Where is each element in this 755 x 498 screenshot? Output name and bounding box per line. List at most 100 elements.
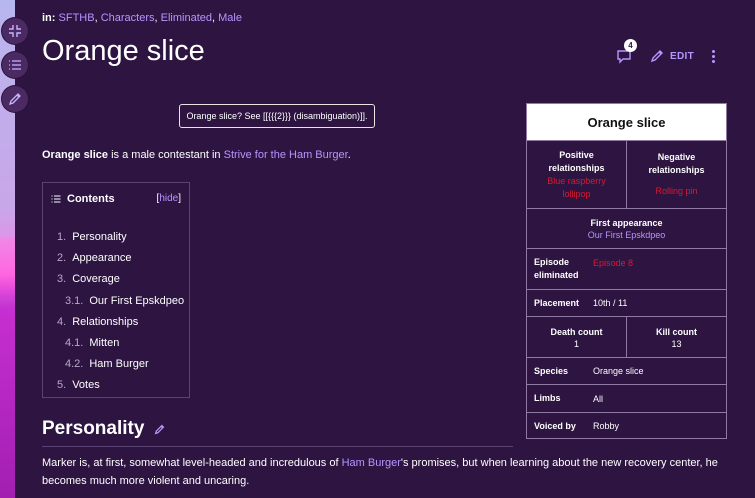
infobox: Orange slice Positive relationships Blue… (526, 103, 727, 439)
toc-label: Votes (72, 379, 100, 392)
toc-item[interactable]: 4. Relationships (57, 312, 184, 333)
left-accent-band (0, 238, 15, 298)
edit-label: EDIT (670, 50, 694, 62)
intro-paragraph: Orange slice is a male contestant in Str… (42, 149, 351, 161)
toc-item[interactable]: 4.1. Mitten (57, 333, 184, 354)
category-link-characters[interactable]: Characters (101, 12, 155, 24)
toc-item[interactable]: 3. Coverage (57, 269, 184, 290)
toc-label: Personality (72, 231, 127, 243)
toc-item[interactable]: 5. Votes (57, 375, 184, 396)
ham-burger-link[interactable]: Ham Burger (342, 457, 401, 469)
disambiguation-notice: Orange slice? See [[{{{2}}} (disambiguat… (179, 104, 375, 128)
pencil-icon (650, 50, 664, 63)
toc-label: Relationships (72, 315, 139, 328)
toc-number: 4. (57, 315, 67, 328)
toc-number: 1. (57, 231, 67, 243)
list-icon (51, 195, 61, 203)
death-count-label: Death count (550, 326, 603, 337)
category-link-male[interactable]: Male (218, 12, 242, 24)
collapse-icon (9, 25, 21, 37)
kebab-dot (712, 49, 715, 53)
kill-count-cell: Kill count 13 (626, 317, 726, 357)
infobox-placement-row: Placement 10th / 11 (527, 290, 726, 317)
toc-item[interactable]: 1. Personality (57, 227, 184, 248)
positive-relationships-cell: Positive relationships Blue raspberry lo… (527, 141, 626, 208)
voiced-by-value: Robby (593, 421, 620, 431)
toc-list: 1. Personality 2. Appearance 3. Coverage 3.… (57, 227, 184, 397)
section-title: Personality (42, 418, 145, 439)
category-link-eliminated[interactable]: Eliminated (161, 12, 212, 24)
negative-relationships-value[interactable]: Rolling pin (655, 185, 697, 198)
toc-number: 3. (57, 273, 67, 286)
show-link[interactable]: Strive for the Ham Burger (224, 149, 348, 161)
table-of-contents: Contents [hide] 1. Personality 2. Appearan… (42, 182, 190, 398)
toc-number: 5. (57, 379, 67, 392)
toc-toggle-button[interactable] (2, 52, 28, 78)
death-count-cell: Death count 1 (527, 317, 626, 357)
death-count-value: 1 (573, 338, 579, 349)
infobox-episode-row: Episode eliminated Episode 8 (527, 249, 726, 290)
toc-label: Appearance (72, 252, 132, 265)
toc-bracket: ] (178, 193, 181, 204)
species-label: Species (534, 365, 569, 376)
pencil-icon[interactable] (154, 424, 165, 435)
category-bar: in: SFTHB, Characters, Eliminated, Male (42, 12, 242, 24)
first-appearance-cell: First appearance Our First Epskdpeo (527, 209, 726, 248)
list-icon (9, 60, 21, 70)
toc-number: 2. (57, 252, 67, 265)
toc-title: Contents (67, 193, 115, 205)
side-edit-button[interactable] (2, 86, 28, 112)
toc-header: Contents (51, 193, 115, 205)
toc-item[interactable]: 2. Appearance (57, 248, 184, 269)
infobox-voiced-row: Voiced by Robby (527, 413, 726, 439)
intro-text-end: . (347, 149, 351, 161)
limbs-label: Limbs (534, 393, 561, 403)
kebab-dot (712, 54, 715, 58)
negative-relationships-cell: Negative relationships Rolling pin (626, 141, 726, 208)
toc-label: Our First Epskdpeo (89, 294, 185, 307)
first-appearance-label: First appearance (590, 218, 663, 228)
positive-relationships-value[interactable]: Blue raspberry lollipop (542, 175, 612, 201)
toc-number: 4.2. (65, 358, 84, 371)
negative-relationships-label: Negative relationships (648, 152, 705, 175)
first-appearance-link[interactable]: Our First Epskdpeo (588, 230, 666, 240)
section-divider (42, 446, 513, 447)
infobox-species-row: Species Orange slice (527, 358, 726, 385)
toc-number: 4.1. (65, 336, 84, 349)
page-title: Orange slice (42, 35, 205, 67)
talk-button[interactable]: 4 (616, 39, 638, 64)
toc-item[interactable]: 4.2. Ham Burger (57, 354, 184, 375)
paragraph-text: 's promises, but when learning about the… (400, 457, 718, 469)
section-paragraph: Marker is, at first, somewhat level-head… (42, 454, 722, 490)
toc-hide-link[interactable]: hide (159, 193, 178, 204)
paragraph-text: Marker is, at first, somewhat level-head… (42, 457, 342, 469)
collapse-button[interactable] (2, 18, 28, 44)
positive-relationships-label: Positive relationships (548, 149, 605, 173)
toc-label: Mitten (89, 336, 120, 349)
toc-item[interactable]: 3.1. Our First Epskdpeo (57, 291, 184, 312)
category-link-sfthb[interactable]: SFTHB (59, 12, 95, 24)
category-prefix: in: (42, 12, 56, 24)
kill-count-label: Kill count (656, 326, 697, 337)
toc-label: Coverage (72, 273, 120, 286)
intro-subject: Orange slice (42, 149, 109, 161)
edit-button[interactable]: EDIT (650, 49, 694, 63)
kill-count-value: 13 (671, 338, 682, 349)
episode-eliminated-value[interactable]: Episode 8 (593, 257, 633, 270)
species-value: Orange slice (593, 366, 644, 376)
kebab-dot (712, 59, 715, 63)
infobox-title: Orange slice (527, 104, 726, 141)
section-heading: Personality (42, 418, 165, 440)
toc-number: 3.1. (65, 294, 84, 307)
limbs-value: All (593, 393, 604, 404)
toc-hide-control: [hide] (157, 193, 181, 204)
placement-label: Placement (534, 297, 580, 308)
placement-value: 10th / 11 (593, 298, 628, 308)
infobox-relationships-row: Positive relationships Blue raspberry lo… (527, 141, 726, 209)
more-options-button[interactable] (712, 49, 715, 63)
toc-label: Ham Burger (89, 358, 149, 371)
voiced-by-label: Voiced by (534, 420, 576, 431)
infobox-limbs-row: Limbs All (527, 385, 726, 413)
episode-eliminated-label: Episode eliminated (534, 257, 579, 280)
infobox-first-appearance-row: First appearance Our First Epskdpeo (527, 209, 726, 249)
